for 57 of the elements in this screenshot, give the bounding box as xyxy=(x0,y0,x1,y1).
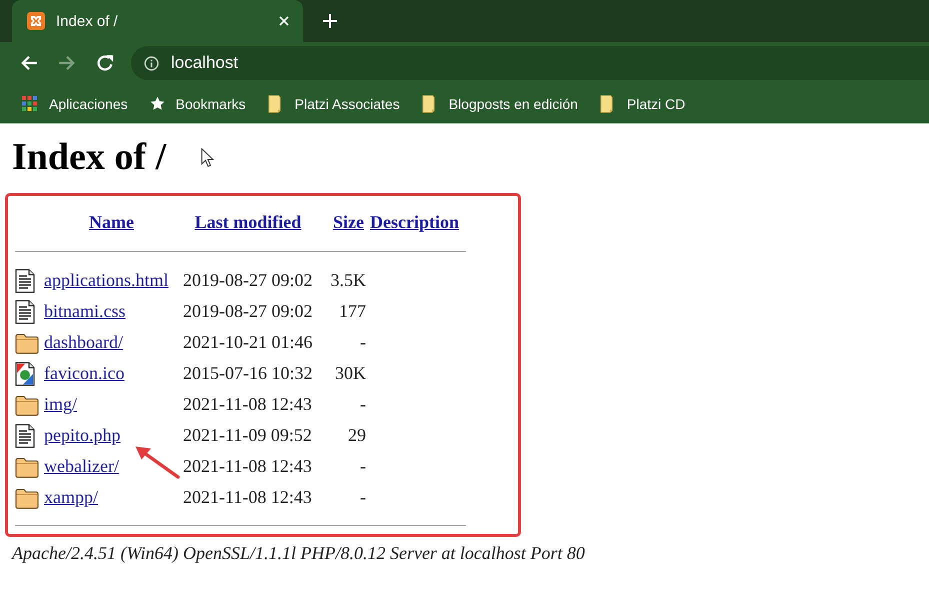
file-size: 30K xyxy=(335,363,366,384)
logo-icon xyxy=(27,12,45,30)
reload-icon xyxy=(96,54,114,72)
bookmark-button[interactable]: Blogposts en edición xyxy=(414,90,586,116)
column-header-link[interactable]: Description xyxy=(370,212,459,233)
folder-icon xyxy=(15,394,39,416)
file-link[interactable]: xampp/ xyxy=(44,487,98,508)
modified-date: 2015-07-16 10:32 xyxy=(183,363,312,384)
file-link[interactable]: applications.html xyxy=(44,270,168,291)
file-link[interactable]: pepito.php xyxy=(44,425,120,446)
document-icon xyxy=(15,300,35,324)
file-link[interactable]: favicon.ico xyxy=(44,363,124,384)
file-link[interactable]: bitnami.css xyxy=(44,301,126,322)
file-size: - xyxy=(360,487,366,508)
image-file-icon xyxy=(15,362,35,386)
file-size: - xyxy=(360,394,366,415)
modified-date: 2021-11-09 09:52 xyxy=(183,425,312,446)
file-size: 177 xyxy=(339,301,366,322)
document-icon xyxy=(15,268,35,292)
bookmark-button[interactable]: Aplicaciones xyxy=(14,92,136,116)
modified-date: 2021-11-08 12:43 xyxy=(183,487,312,508)
page-icon xyxy=(422,94,436,112)
bookmark-button[interactable]: Platzi Associates xyxy=(260,90,408,116)
page-icon xyxy=(268,94,282,112)
file-link[interactable]: img/ xyxy=(44,394,78,415)
page-icon xyxy=(600,94,614,112)
column-header-link[interactable]: Size xyxy=(333,212,364,233)
apps-grid-icon xyxy=(22,96,37,111)
folder-icon xyxy=(15,332,39,354)
right-arrow-icon xyxy=(58,54,76,72)
file-size: - xyxy=(360,332,366,353)
modified-date: 2021-11-08 12:43 xyxy=(183,456,312,477)
plus-icon[interactable] xyxy=(322,13,338,29)
modified-date: 2019-08-27 09:02 xyxy=(183,270,312,291)
modified-date: 2021-11-08 12:43 xyxy=(183,394,312,415)
modified-date: 2019-08-27 09:02 xyxy=(183,301,312,322)
folder-icon xyxy=(15,456,39,478)
bookmark-button[interactable]: Bookmarks xyxy=(142,92,254,116)
page-title: Index of / xyxy=(12,135,166,179)
info-icon[interactable] xyxy=(144,56,159,70)
file-size: 3.5K xyxy=(330,270,366,291)
star-icon xyxy=(150,96,165,111)
modified-date: 2021-10-21 01:46 xyxy=(183,332,312,353)
address-bar[interactable]: localhost xyxy=(131,46,929,80)
close-icon[interactable] xyxy=(279,16,289,26)
browser-tab[interactable]: Index of / xyxy=(12,0,303,42)
file-size: 29 xyxy=(348,425,366,446)
bookmark-button[interactable]: Platzi CD xyxy=(592,90,694,116)
file-link[interactable]: dashboard/ xyxy=(44,332,123,353)
folder-icon xyxy=(15,486,39,508)
column-header-link[interactable]: Name xyxy=(89,212,134,233)
file-size: - xyxy=(360,456,366,477)
server-signature: Apache/2.4.51 (Win64) OpenSSL/1.1.1l PHP/8.0.12 Server at localhost Port 80 xyxy=(12,542,585,564)
left-arrow-icon xyxy=(20,54,38,72)
file-link[interactable]: webalizer/ xyxy=(44,456,119,477)
document-icon xyxy=(15,424,35,448)
column-header-link[interactable]: Last modified xyxy=(194,212,302,233)
